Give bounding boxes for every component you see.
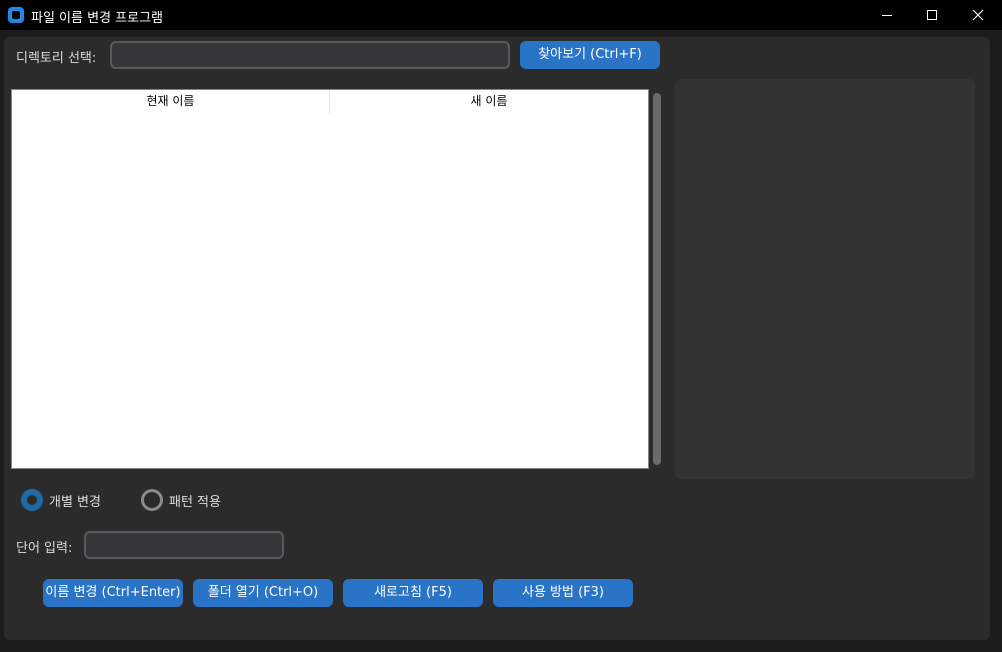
app-window: 파일 이름 변경 프로그램 디렉토리 선택: 찾아보기 (Ctrl+F) 현재 …: [0, 0, 1002, 652]
column-new-name[interactable]: 새 이름: [330, 90, 648, 114]
table-header: 현재 이름 새 이름: [12, 90, 648, 114]
preview-panel: [675, 79, 975, 479]
rename-button[interactable]: 이름 변경 (Ctrl+Enter): [43, 579, 183, 607]
help-button[interactable]: 사용 방법 (F3): [493, 579, 633, 607]
word-input-label: 단어 입력:: [16, 541, 73, 556]
close-button[interactable]: [955, 0, 1001, 30]
minimize-button[interactable]: [864, 0, 910, 30]
close-icon: [972, 9, 984, 21]
window-title: 파일 이름 변경 프로그램: [31, 11, 163, 26]
title-bar[interactable]: 파일 이름 변경 프로그램: [0, 0, 1002, 30]
browse-button[interactable]: 찾아보기 (Ctrl+F): [520, 41, 660, 69]
radio-individual[interactable]: [21, 489, 43, 511]
maximize-icon: [927, 10, 937, 20]
refresh-button[interactable]: 새로고침 (F5): [343, 579, 483, 607]
open-folder-button[interactable]: 폴더 열기 (Ctrl+O): [193, 579, 333, 607]
maximize-button[interactable]: [909, 0, 955, 30]
file-table[interactable]: 현재 이름 새 이름: [11, 89, 649, 469]
directory-label: 디렉토리 선택:: [16, 51, 97, 66]
directory-input[interactable]: [110, 41, 510, 69]
minimize-icon: [882, 15, 892, 16]
radio-pattern-label[interactable]: 패턴 적용: [169, 491, 221, 510]
scrollbar-thumb[interactable]: [653, 93, 661, 465]
column-current-name[interactable]: 현재 이름: [12, 90, 329, 114]
table-scrollbar[interactable]: [651, 89, 663, 469]
radio-pattern[interactable]: [141, 489, 163, 511]
app-icon: [8, 7, 24, 23]
radio-individual-label[interactable]: 개별 변경: [49, 491, 101, 510]
word-input[interactable]: [84, 531, 284, 559]
